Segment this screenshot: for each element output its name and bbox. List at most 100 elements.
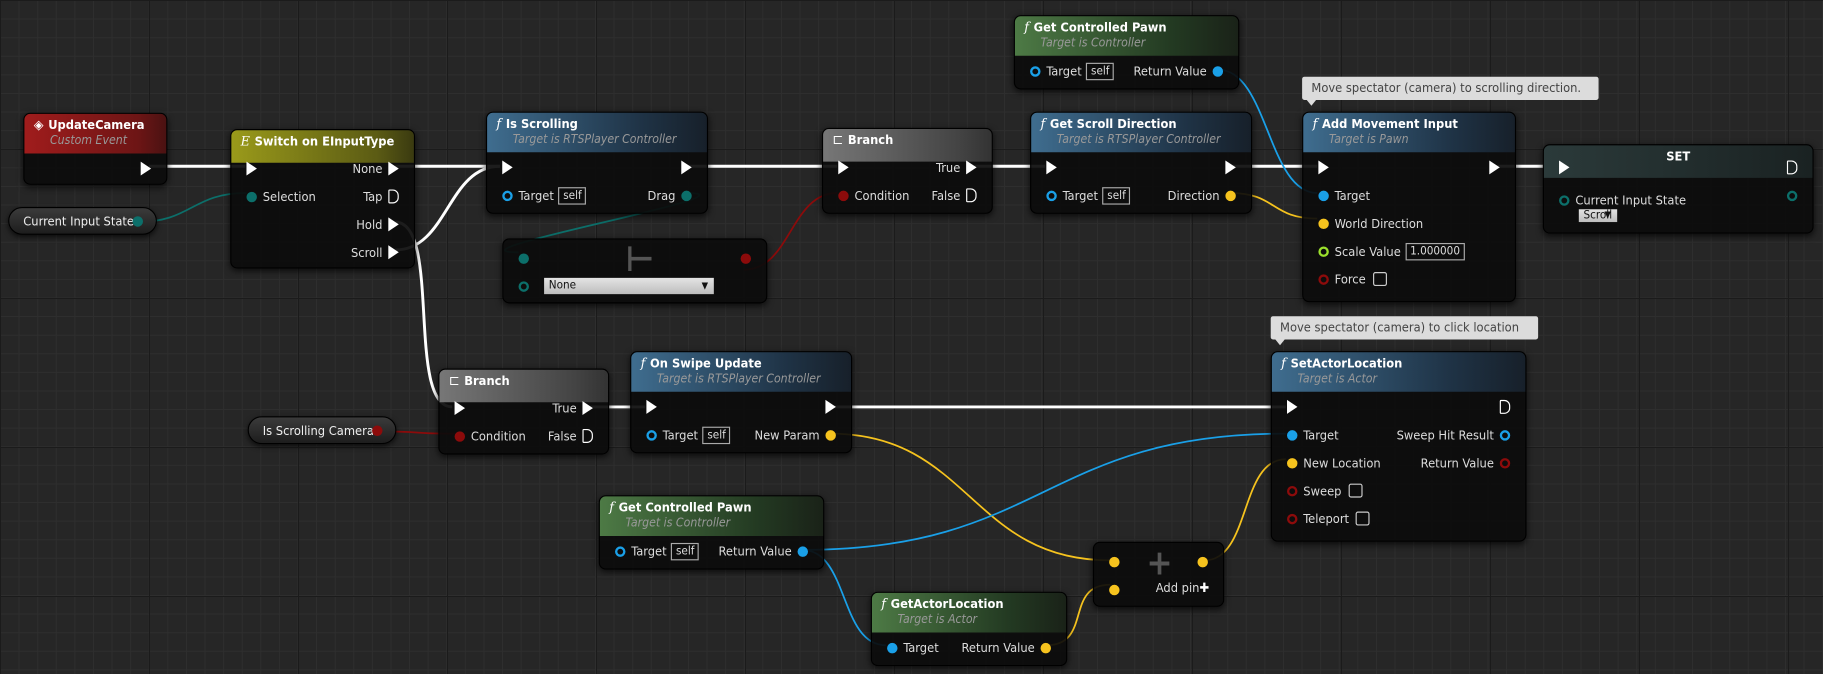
vector-pin[interactable]	[825, 429, 836, 441]
exec-pin[interactable]	[966, 160, 977, 175]
input-pin-row[interactable]	[1313, 156, 1335, 179]
output-pin-row[interactable]	[1781, 156, 1803, 179]
exec-pin[interactable]	[1489, 160, 1500, 175]
input-pin-row[interactable]: New Location	[1281, 451, 1381, 474]
input-pin-row[interactable]: Sweep	[1281, 479, 1363, 502]
input-pin-row[interactable]	[1281, 395, 1303, 418]
input-pin-row[interactable]: None	[513, 274, 714, 297]
exec-pin[interactable]	[825, 399, 836, 414]
node-header[interactable]: f Is Scrolling Target is RTSPlayer Control…	[487, 112, 707, 153]
exec-pin[interactable]	[1225, 160, 1236, 175]
node-header[interactable]: SET	[1543, 145, 1813, 178]
input-pin-row[interactable]: World Direction	[1313, 212, 1423, 235]
output-pin-row[interactable]: Return Value	[961, 636, 1056, 659]
input-pin-row[interactable]	[496, 156, 518, 179]
output-pin-row[interactable]: Drag	[648, 184, 698, 207]
input-pin-row[interactable]: Target self	[1041, 184, 1131, 207]
node-header[interactable]: f On Swipe Update Target is RTSPlayer Cont…	[631, 352, 852, 392]
output-pin-row[interactable]	[1494, 395, 1516, 418]
exec-pin[interactable]	[1286, 399, 1298, 414]
default-value-self[interactable]: self	[702, 426, 731, 444]
exec-pin[interactable]	[646, 399, 657, 414]
input-pin-row[interactable]: Condition	[449, 424, 526, 447]
output-pin-row[interactable]: Scroll	[351, 241, 405, 264]
output-pin-row[interactable]	[820, 395, 842, 418]
bool-pin[interactable]	[1286, 485, 1298, 496]
input-pin-row[interactable]	[241, 157, 263, 180]
bool-pin[interactable]	[740, 252, 752, 264]
output-pin-row[interactable]: Sweep Hit Result	[1397, 423, 1516, 446]
node-header[interactable]: f Get Controlled Pawn Target is Controller	[599, 496, 824, 536]
node-gal[interactable]: f GetActorLocation Target is Actor Target Re…	[870, 591, 1068, 667]
output-pin-row[interactable]: Hold	[356, 213, 404, 236]
input-pin-row[interactable]: Target self	[1024, 59, 1115, 82]
output-pin-row[interactable]: False	[932, 184, 983, 207]
output-pin-row[interactable]	[675, 156, 697, 179]
object-pin[interactable]	[797, 545, 809, 557]
blueprint-graph-canvas[interactable]: ◈ UpdateCamera Custom Event E Switch on EInp…	[0, 0, 1823, 674]
output-pin-row[interactable]: False	[548, 424, 599, 447]
input-pin-row[interactable]: Scale Value 1.000000	[1313, 239, 1465, 262]
enum-dropdown[interactable]: None	[544, 277, 714, 295]
enum-pin[interactable]	[518, 280, 529, 292]
bool-pin[interactable]	[372, 424, 383, 436]
enum-pin[interactable]	[1786, 190, 1798, 201]
node-gcp1[interactable]: f Get Controlled Pawn Target is Controller…	[1013, 15, 1240, 90]
object-pin[interactable]	[615, 545, 626, 557]
output-pin-row[interactable]: Tap	[363, 185, 404, 208]
object-pin[interactable]	[1318, 190, 1329, 201]
exec-pin[interactable]	[582, 428, 593, 443]
vector-pin[interactable]	[1109, 584, 1120, 595]
default-value-self[interactable]: self	[1102, 186, 1131, 205]
node-add[interactable]: + Add pin ✚	[1092, 541, 1225, 607]
output-pin-row[interactable]	[1192, 550, 1214, 573]
input-pin-row[interactable]: Target self	[641, 423, 731, 446]
default-value-self[interactable]: self	[1086, 62, 1115, 80]
bool-pin[interactable]	[1499, 457, 1511, 468]
bool-pin[interactable]	[454, 430, 466, 442]
scale-value-input[interactable]: 1.000000	[1405, 242, 1465, 260]
bool-pin[interactable]	[838, 190, 849, 201]
node-sal[interactable]: f SetActorLocation Target is Actor Target Ne…	[1270, 351, 1527, 542]
output-pin-row[interactable]	[1483, 156, 1505, 179]
input-pin-row[interactable]: Target self	[609, 539, 700, 562]
comment-bubble[interactable]: Move spectator (camera) to scrolling dir…	[1302, 76, 1599, 106]
node-header[interactable]: f GetActorLocation Target is Actor	[871, 592, 1067, 633]
exec-pin[interactable]	[454, 401, 466, 416]
output-pin-row[interactable]: Direction	[1168, 184, 1242, 207]
exec-pin[interactable]	[681, 160, 692, 175]
enum-pin[interactable]	[1559, 194, 1570, 206]
node-header[interactable]: f Get Controlled Pawn Target is Controller	[1014, 16, 1239, 56]
vector-pin[interactable]	[1040, 642, 1051, 653]
object-pin[interactable]	[1212, 65, 1224, 77]
vector-pin[interactable]	[1109, 556, 1120, 567]
object-pin[interactable]	[887, 642, 898, 653]
object-pin[interactable]	[502, 190, 513, 201]
node-osu[interactable]: f On Swipe Update Target is RTSPlayer Cont…	[630, 351, 853, 454]
exec-pin[interactable]	[1499, 399, 1511, 414]
exec-pin[interactable]	[388, 189, 399, 204]
node-enumEq[interactable]: ⊢ None	[502, 238, 768, 304]
vector-wire[interactable]	[830, 432, 1111, 562]
default-value-self[interactable]: self	[558, 186, 587, 205]
bool-pin[interactable]	[1286, 513, 1298, 524]
input-pin-row[interactable]: Target	[881, 636, 939, 659]
node-header[interactable]: ◈ UpdateCamera Custom Event	[24, 113, 167, 154]
object-pin[interactable]	[1030, 65, 1041, 77]
vector-pin[interactable]	[1225, 190, 1236, 201]
variable-current-input-state[interactable]: Current Input State	[8, 206, 157, 235]
enum-pin[interactable]	[132, 215, 143, 227]
node-gsd[interactable]: f Get Scroll Direction Target is RTSPlayer…	[1030, 111, 1253, 214]
node-gcp2[interactable]: f Get Controlled Pawn Target is Controller…	[598, 495, 825, 570]
node-branch2[interactable]: ⊏ Branch Condition True False	[438, 368, 610, 455]
node-branch1[interactable]: ⊏ Branch Condition True False	[821, 127, 993, 214]
exec-pin[interactable]	[1559, 160, 1570, 175]
exec-pin[interactable]	[582, 401, 593, 416]
variable-is-scrolling-camera[interactable]: Is Scrolling Camera	[247, 416, 397, 445]
input-pin-row[interactable]	[1041, 156, 1063, 179]
input-pin-row[interactable]	[1103, 550, 1125, 573]
plus-icon[interactable]: ✚	[1199, 580, 1209, 595]
bool-pin[interactable]	[1318, 273, 1329, 285]
enum-pin[interactable]	[681, 190, 692, 201]
output-pin-row[interactable]	[735, 246, 757, 269]
